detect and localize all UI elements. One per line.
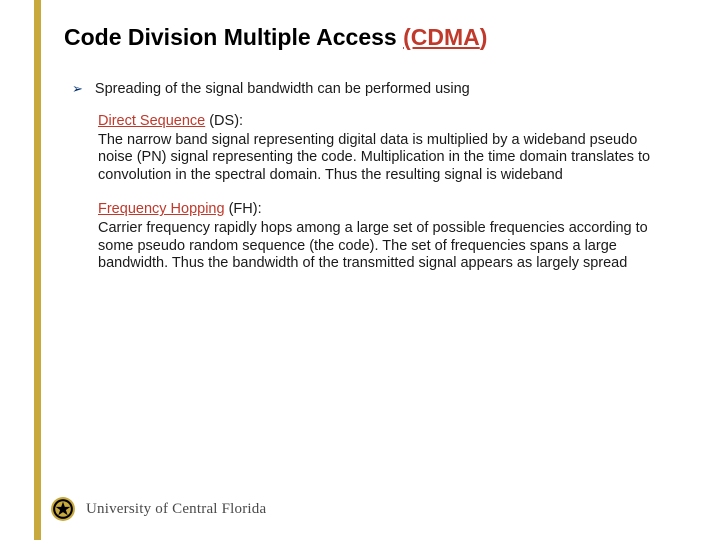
bullet-marker-icon: ➢ (72, 80, 83, 98)
bullet-text: Spreading of the signal bandwidth can be… (95, 80, 470, 98)
section-fh-title: Frequency Hopping (FH): (98, 200, 670, 218)
slide-body: Code Division Multiple Access (CDMA) ➢ S… (0, 0, 720, 540)
ucf-logo-icon (50, 496, 76, 522)
bullet-row: ➢ Spreading of the signal bandwidth can … (72, 80, 670, 98)
section-fh-label: Frequency Hopping (98, 201, 225, 217)
slide-title: Code Division Multiple Access (CDMA) (64, 24, 670, 52)
title-tail: ) (480, 24, 488, 50)
section-ds-label: Direct Sequence (98, 113, 205, 129)
section-ds-label-tail: (DS): (205, 113, 243, 129)
section-fh: Frequency Hopping (FH): Carrier frequenc… (98, 200, 670, 273)
section-ds-title: Direct Sequence (DS): (98, 112, 670, 130)
section-ds-desc: The narrow band signal representing digi… (98, 132, 670, 185)
section-ds: Direct Sequence (DS): The narrow band si… (98, 112, 670, 185)
title-main: Code Division Multiple Access (64, 24, 403, 50)
section-fh-label-tail: (FH): (225, 201, 262, 217)
university-name: University of Central Florida (86, 501, 266, 518)
title-acronym: (CDMA (403, 24, 480, 50)
section-fh-desc: Carrier frequency rapidly hops among a l… (98, 220, 670, 273)
footer: University of Central Florida (50, 496, 266, 522)
